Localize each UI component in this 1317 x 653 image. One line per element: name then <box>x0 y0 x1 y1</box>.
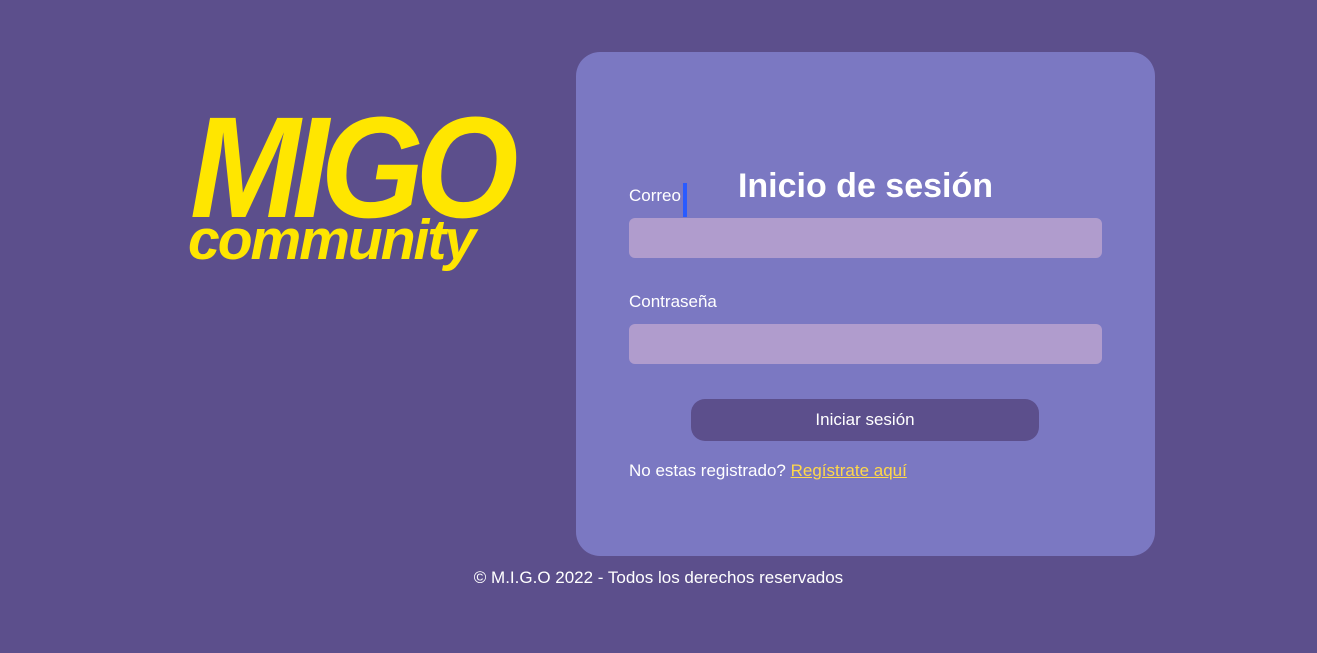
password-field[interactable] <box>629 324 1102 364</box>
register-prompt-row: No estas registrado? Regístrate aquí <box>629 461 907 481</box>
text-cursor-indicator <box>683 183 687 217</box>
login-button[interactable]: Iniciar sesión <box>691 399 1039 441</box>
logo-tagline: community <box>188 208 476 272</box>
register-prompt: No estas registrado? <box>629 461 786 480</box>
email-field[interactable] <box>629 218 1102 258</box>
register-link[interactable]: Regístrate aquí <box>791 461 907 480</box>
password-label: Contraseña <box>629 292 717 311</box>
email-label: Correo <box>629 186 681 205</box>
migo-community-logo: MIGO community <box>186 96 556 284</box>
footer-copyright: © M.I.G.O 2022 - Todos los derechos rese… <box>473 568 844 587</box>
